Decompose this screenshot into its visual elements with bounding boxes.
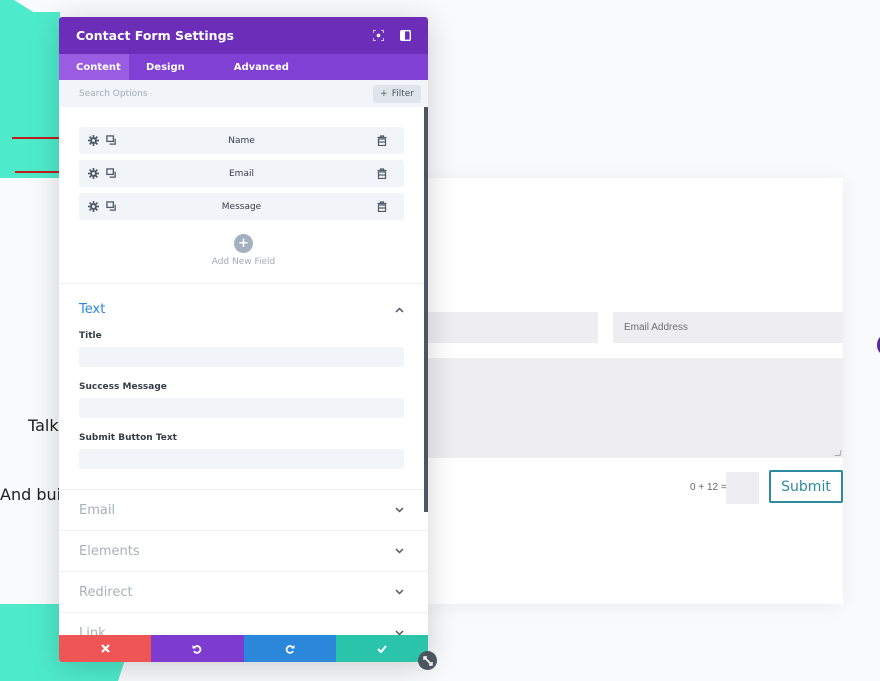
cancel-button[interactable] — [59, 635, 152, 662]
modal-tabs: Content Design Advanced — [59, 54, 428, 80]
email-section-toggle[interactable]: Email — [59, 489, 428, 530]
submit-button-text-option-label: Submit Button Text — [79, 433, 177, 443]
duplicate-icon[interactable] — [105, 168, 117, 180]
add-new-field-label: Add New Field — [211, 257, 276, 267]
resize-icon — [422, 655, 433, 666]
settings-scroll-area: Name Email Message + Add New Field Text … — [59, 107, 428, 635]
redo-icon — [285, 644, 295, 654]
chevron-up-icon[interactable] — [394, 305, 404, 315]
contact-form-settings-modal: Contact Form Settings Content Design Adv… — [59, 17, 428, 662]
link-section-title: Link — [79, 625, 106, 636]
field-item-message[interactable]: Message — [79, 193, 404, 220]
redo-button[interactable] — [243, 635, 336, 662]
annotation-arrow-icon — [15, 167, 70, 177]
filter-label: Filter — [391, 88, 414, 99]
tab-content[interactable]: Content — [59, 54, 129, 80]
resize-handle[interactable] — [418, 651, 437, 670]
preview-submit-button[interactable]: Submit — [769, 470, 843, 503]
chevron-down-icon[interactable] — [394, 505, 404, 515]
close-icon — [100, 644, 110, 653]
undo-icon — [192, 644, 202, 654]
search-bar: + Filter — [59, 80, 428, 107]
elements-section-toggle[interactable]: Elements — [59, 530, 428, 571]
field-item-email[interactable]: Email — [79, 160, 404, 187]
page-canvas: Talk And buil Email Address 0 + 12 = Sub… — [0, 0, 880, 681]
annotation-arrow-icon — [12, 133, 70, 143]
check-icon — [377, 644, 387, 653]
gear-icon[interactable] — [87, 168, 99, 180]
scrollbar[interactable] — [424, 107, 428, 512]
captcha-input[interactable] — [726, 472, 759, 504]
text-section-toggle[interactable]: Text — [79, 302, 404, 317]
trash-icon[interactable] — [376, 135, 388, 147]
background-heading-text: Talk — [28, 416, 59, 435]
trash-icon[interactable] — [376, 201, 388, 213]
title-option-label: Title — [79, 331, 102, 341]
chevron-down-icon[interactable] — [394, 628, 404, 635]
trash-icon[interactable] — [376, 168, 388, 180]
preview-message-textarea[interactable] — [428, 358, 843, 458]
link-section-toggle[interactable]: Link — [59, 612, 428, 635]
field-label: Message — [221, 201, 262, 212]
form-fields-list: Name Email Message — [59, 107, 428, 220]
field-label: Name — [228, 135, 255, 146]
focus-icon[interactable] — [371, 29, 385, 43]
redirect-section-title: Redirect — [79, 584, 133, 600]
field-item-name[interactable]: Name — [79, 127, 404, 154]
success-message-input[interactable] — [79, 398, 404, 418]
plus-icon: + — [380, 88, 388, 99]
email-section-title: Email — [79, 502, 116, 518]
field-label: Email — [229, 168, 254, 179]
tab-design[interactable]: Design — [129, 54, 202, 80]
contact-form-preview: Email Address 0 + 12 = Submit — [428, 178, 843, 604]
modal-title: Contact Form Settings — [76, 28, 234, 43]
title-input[interactable] — [79, 347, 404, 367]
undo-button[interactable] — [151, 635, 244, 662]
captcha-question: 0 + 12 = — [690, 482, 727, 493]
chevron-down-icon[interactable] — [394, 587, 404, 597]
elements-section-title: Elements — [79, 543, 140, 559]
modal-footer — [59, 635, 428, 662]
gear-icon[interactable] — [87, 201, 99, 213]
save-button[interactable] — [335, 635, 428, 662]
duplicate-icon[interactable] — [105, 135, 117, 147]
tab-advanced[interactable]: Advanced — [202, 54, 306, 80]
modal-header[interactable]: Contact Form Settings — [59, 17, 428, 54]
success-message-option-label: Success Message — [79, 382, 167, 392]
add-new-field-button[interactable]: + Add New Field — [59, 226, 428, 283]
gear-icon[interactable] — [87, 135, 99, 147]
submit-button-text-input[interactable] — [79, 449, 404, 469]
chevron-down-icon[interactable] — [394, 546, 404, 556]
filter-button[interactable]: + Filter — [373, 84, 421, 103]
plus-circle-icon[interactable]: + — [234, 234, 253, 253]
duplicate-icon[interactable] — [105, 201, 117, 213]
search-options-input[interactable] — [79, 88, 374, 99]
text-section: Text Title Success Message Submit Button… — [59, 284, 428, 489]
background-body-text: And buil — [0, 485, 66, 504]
preview-email-input[interactable]: Email Address — [613, 312, 843, 343]
split-view-icon[interactable] — [398, 29, 412, 43]
redirect-section-toggle[interactable]: Redirect — [59, 571, 428, 612]
text-section-title: Text — [79, 302, 106, 317]
preview-name-input[interactable] — [428, 312, 598, 343]
